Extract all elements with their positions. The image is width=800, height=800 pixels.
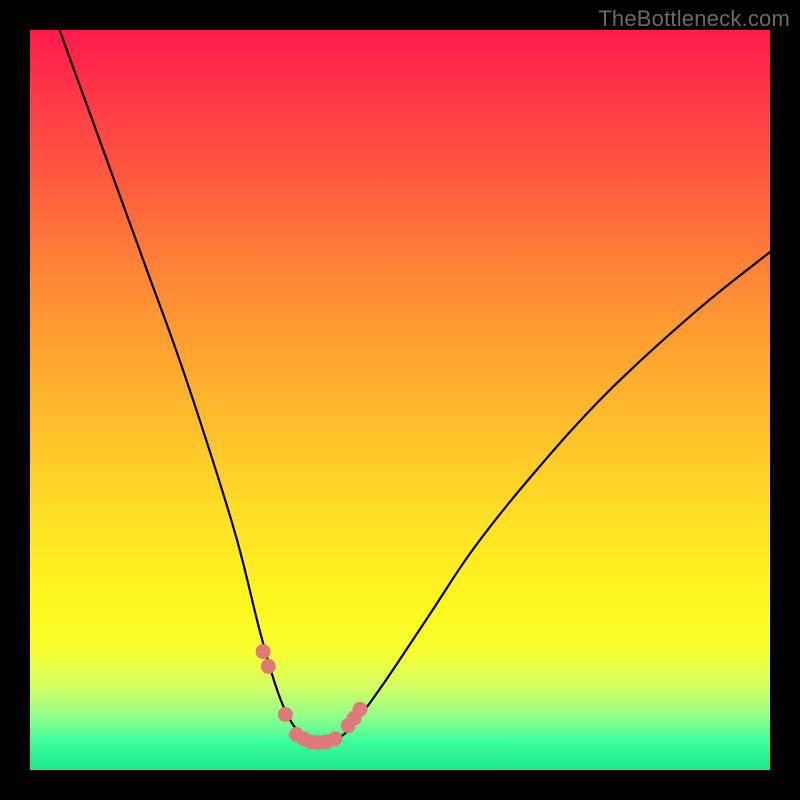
watermark-text: TheBottleneck.com [598, 6, 790, 32]
plot-area [30, 30, 770, 770]
highlight-point [353, 702, 368, 717]
highlight-point [278, 707, 293, 722]
highlight-point [261, 659, 276, 674]
bottleneck-curve [60, 30, 770, 743]
curve-layer [30, 30, 770, 770]
chart-frame: TheBottleneck.com [0, 0, 800, 800]
highlight-point [327, 731, 342, 746]
highlight-markers [256, 644, 368, 750]
highlight-point [256, 644, 271, 659]
